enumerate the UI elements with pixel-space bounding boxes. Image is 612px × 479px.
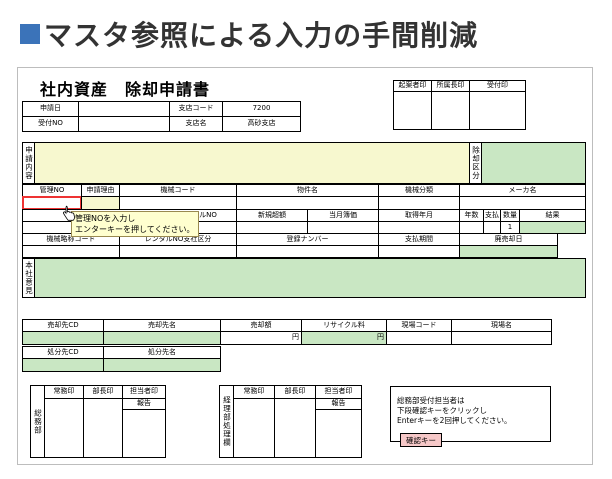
machine-class-field[interactable] (378, 196, 460, 210)
branch-name-label: 支店名 (169, 116, 223, 132)
general-affairs-side-label: 総務部 (30, 385, 45, 458)
control-no-tooltip: 管理NOを入力し エンターキーを押してください。 (71, 211, 199, 237)
confirm-key-button[interactable]: 確認キー (400, 433, 442, 447)
apply-date-label: 申請日 (22, 101, 79, 117)
period-field[interactable] (378, 245, 460, 258)
reg-no-field[interactable] (236, 245, 379, 258)
form-title: 社内資産 除却申請書 (40, 80, 211, 99)
ga-stamp-2[interactable] (83, 398, 123, 458)
ga-h3-label: 担当者印 (122, 385, 166, 399)
opinion-field[interactable] (34, 258, 586, 298)
item-name-field[interactable] (236, 196, 379, 210)
receipt-no-label: 受付NO (22, 116, 79, 132)
sale-dest-name-field[interactable] (103, 331, 221, 345)
note-line-2: 下段確認キーをクリックし (397, 406, 487, 415)
ga-stamp-3[interactable] (122, 409, 166, 458)
accounting-side-label: 経理部処理欄 (219, 385, 234, 458)
tooltip-line-2: エンターキーを押してください。 (75, 225, 195, 234)
hand-cursor-icon (63, 205, 75, 221)
disposal-dest-name-field[interactable] (103, 358, 221, 372)
branch-code-label: 支店コード (169, 101, 223, 117)
acc-h1-label: 常務印 (233, 385, 275, 399)
content-field[interactable] (34, 142, 470, 184)
sale-amount-yen: 円 (292, 333, 299, 342)
machine-code-field[interactable] (119, 196, 237, 210)
note-line-3: Enterキーを2回押してください。 (397, 416, 512, 425)
disposal-date-field[interactable] (459, 245, 558, 258)
ga-h1-label: 常務印 (44, 385, 84, 399)
acc-h3-label: 担当者印 (315, 385, 362, 399)
branch-name-field[interactable]: 高砂支店 (222, 116, 301, 132)
tooltip-line-1: 管理NOを入力し (75, 214, 136, 223)
note-line-1: 総務部受付担当者は (397, 396, 465, 405)
ga-h2-label: 部長印 (83, 385, 123, 399)
recycle-fee-field[interactable]: 円 (301, 331, 387, 345)
receipt-no-field[interactable] (78, 116, 170, 132)
disposal-dest-code-field[interactable] (22, 358, 104, 372)
sale-amount-field[interactable]: 円 (220, 331, 302, 345)
application-form: 社内資産 除却申請書 起案者印 所属長印 受付印 申請日 支店コード 7200 … (17, 67, 593, 465)
site-name-field[interactable] (451, 331, 552, 345)
recycle-fee-yen: 円 (377, 333, 384, 342)
sale-dest-code-field[interactable] (22, 331, 104, 345)
site-code-field[interactable] (386, 331, 452, 345)
machine-name-field[interactable] (22, 245, 120, 258)
branch-code-field[interactable]: 7200 (222, 101, 301, 117)
page-heading: マスタ参照による入力の手間削減 (20, 14, 478, 54)
acc-h2-label: 部長印 (274, 385, 316, 399)
heading-title: マスタ参照による入力の手間削減 (44, 19, 479, 52)
apply-date-field[interactable] (78, 101, 170, 117)
acc-stamp-3[interactable] (315, 409, 362, 458)
rental-field[interactable] (119, 245, 237, 258)
ga-stamp-1[interactable] (44, 398, 84, 458)
acc-stamp-1[interactable] (233, 398, 275, 458)
reason-input[interactable] (81, 196, 120, 210)
stamp-dept-head[interactable] (431, 91, 470, 130)
heading-square-icon (20, 24, 40, 44)
acc-stamp-2[interactable] (274, 398, 316, 458)
maker-field[interactable] (459, 196, 586, 210)
stamp-applicant[interactable] (393, 91, 432, 130)
jokyaku-field[interactable] (481, 142, 586, 184)
stamp-receipt[interactable] (469, 91, 526, 130)
